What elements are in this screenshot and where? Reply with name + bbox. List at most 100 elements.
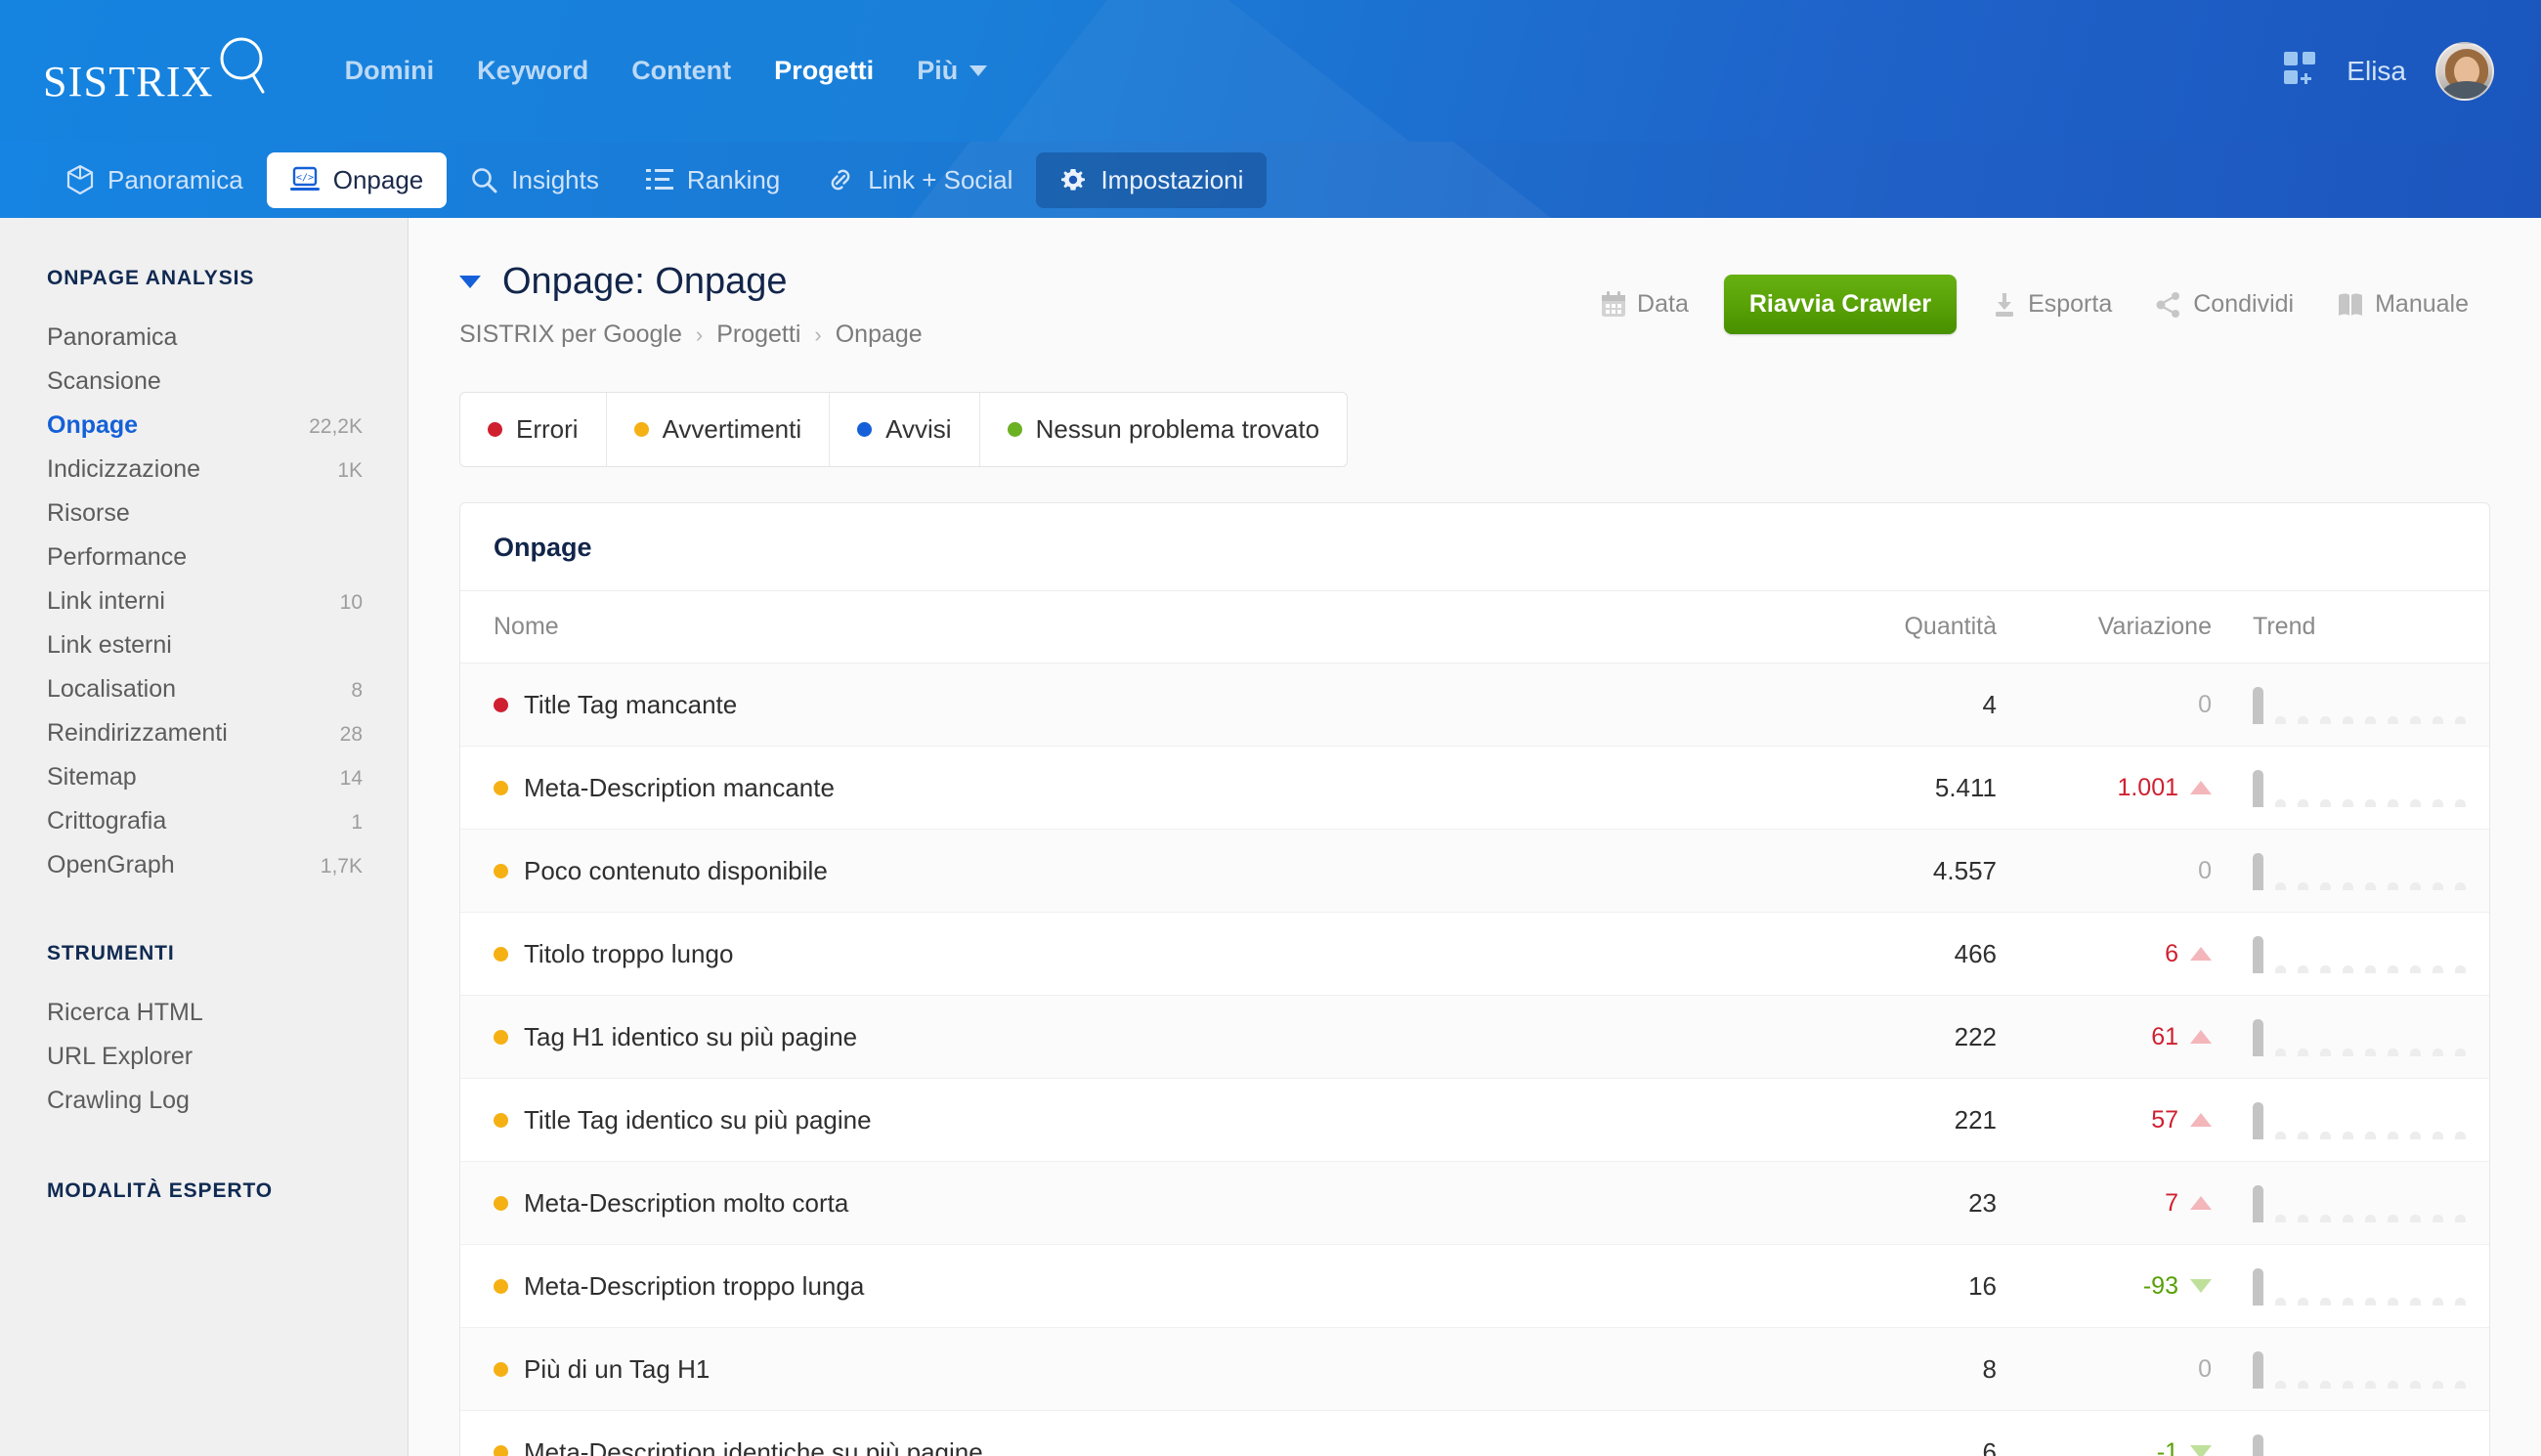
nav-piu[interactable]: Più	[895, 50, 1009, 92]
tab-impostazioni[interactable]: Impostazioni	[1036, 151, 1268, 208]
spark-bar	[2433, 1215, 2443, 1222]
sidebar-item-label: Panoramica	[47, 323, 178, 351]
share-button[interactable]: Condividi	[2133, 280, 2315, 328]
sidebar-item-indicizzazione[interactable]: Indicizzazione 1K	[47, 448, 363, 492]
table-row[interactable]: Meta-Description identiche su più pagine…	[460, 1410, 2489, 1456]
tab-ranking[interactable]: Ranking	[623, 152, 803, 208]
spark-bar	[2275, 1381, 2286, 1389]
cell-nome: Title Tag mancante	[460, 663, 1737, 747]
sidebar-item-opengraph[interactable]: OpenGraph 1,7K	[47, 843, 363, 887]
apps-grid-icon[interactable]	[2284, 52, 2317, 90]
download-icon	[1992, 291, 2017, 319]
sidebar-item-label: URL Explorer	[47, 1043, 194, 1070]
column-header-nome[interactable]: Nome	[460, 590, 1737, 664]
variation-value: -1	[2156, 1437, 2178, 1456]
trend-sparkline	[2253, 934, 2489, 973]
tab-panoramica[interactable]: Panoramica	[43, 152, 267, 208]
restart-crawler-button[interactable]: Riavvia Crawler	[1723, 275, 1958, 334]
spark-bar-current	[2253, 1019, 2263, 1056]
sidebar-item-panoramica[interactable]: Panoramica	[47, 316, 363, 360]
filter-nessun-problema[interactable]: Nessun problema trovato	[980, 393, 1347, 466]
cell-nome: Titolo troppo lungo	[460, 912, 1737, 996]
cell-nome: Tag H1 identico su più pagine	[460, 995, 1737, 1079]
spark-bar-current	[2253, 687, 2263, 724]
severity-dot-warning	[633, 422, 649, 437]
sidebar-item-reindirizzamenti[interactable]: Reindirizzamenti 28	[47, 711, 363, 755]
sidebar-item-link-esterni[interactable]: Link esterni	[47, 623, 363, 667]
severity-dot	[494, 1361, 508, 1377]
spark-bar	[2388, 882, 2398, 890]
cell-variazione: 57	[2030, 1078, 2245, 1162]
spark-bar	[2343, 965, 2353, 973]
nav-domini[interactable]: Domini	[323, 50, 456, 92]
sidebar-item-link-interni[interactable]: Link interni 10	[47, 579, 363, 623]
sidebar-item-scansione[interactable]: Scansione	[47, 360, 363, 404]
sidebar-item-performance[interactable]: Performance	[47, 535, 363, 579]
date-button[interactable]: Data	[1579, 280, 1710, 328]
magnifier-icon	[218, 35, 269, 101]
cell-nome: Meta-Description identiche su più pagine	[460, 1410, 1737, 1456]
breadcrumb-item-sistrix[interactable]: SISTRIX per Google	[459, 321, 682, 349]
breadcrumb-item-onpage[interactable]: Onpage	[836, 321, 923, 349]
cell-variazione: -1	[2030, 1410, 2245, 1456]
table-row[interactable]: Meta-Description molto corta 23 7	[460, 1161, 2489, 1245]
sidebar-item-url-explorer[interactable]: URL Explorer	[47, 1035, 363, 1079]
spark-bar	[2320, 799, 2331, 807]
cell-variazione: -93	[2030, 1244, 2245, 1328]
spark-bar	[2343, 716, 2353, 724]
sidebar-item-risorse[interactable]: Risorse	[47, 492, 363, 535]
cell-trend	[2245, 1410, 2489, 1456]
spark-bar	[2320, 965, 2331, 973]
spark-bar	[2455, 716, 2466, 724]
severity-dot	[494, 1444, 508, 1456]
nav-content[interactable]: Content	[610, 50, 753, 92]
filter-avvisi[interactable]: Avvisi	[830, 393, 980, 466]
export-button-label: Esporta	[2028, 290, 2113, 318]
sidebar-item-localisation[interactable]: Localisation 8	[47, 667, 363, 711]
table-row[interactable]: Meta-Description troppo lunga 16 -93	[460, 1244, 2489, 1328]
nav-progetti[interactable]: Progetti	[753, 50, 895, 92]
tab-insights-label: Insights	[511, 164, 599, 194]
tab-link-social[interactable]: Link + Social	[803, 152, 1036, 208]
sidebar-section-strumenti: STRUMENTI	[47, 942, 175, 964]
cell-trend	[2245, 829, 2489, 913]
spark-bar	[2388, 1132, 2398, 1139]
user-name[interactable]: Elisa	[2347, 56, 2406, 87]
filter-avvertimenti[interactable]: Avvertimenti	[607, 393, 831, 466]
table-row[interactable]: Più di un Tag H1 8 0	[460, 1327, 2489, 1411]
tab-onpage[interactable]: </> Onpage	[266, 151, 448, 208]
column-header-variazione[interactable]: Variazione	[2030, 590, 2245, 664]
sidebar-item-crawling-log[interactable]: Crawling Log	[47, 1079, 363, 1123]
avatar[interactable]	[2435, 41, 2494, 101]
sidebar-item-sitemap[interactable]: Sitemap 14	[47, 755, 363, 799]
sidebar-item-count: 1,7K	[320, 855, 363, 878]
export-button[interactable]: Esporta	[1970, 280, 2133, 328]
table-row[interactable]: Meta-Description mancante 5.411 1.001	[460, 746, 2489, 830]
table-row[interactable]: Title Tag mancante 4 0	[460, 663, 2489, 747]
severity-dot	[494, 1278, 508, 1294]
breadcrumb-item-progetti[interactable]: Progetti	[716, 321, 800, 349]
spark-bar	[2343, 1132, 2353, 1139]
tab-insights[interactable]: Insights	[447, 152, 623, 208]
table-row[interactable]: Tag H1 identico su più pagine 222 61	[460, 995, 2489, 1079]
sidebar-item-onpage[interactable]: Onpage 22,2K	[47, 404, 363, 448]
spark-bar	[2343, 1049, 2353, 1056]
spark-bar	[2275, 882, 2286, 890]
nav-keyword[interactable]: Keyword	[455, 50, 610, 92]
sistrix-logo[interactable]: SISTRIX	[43, 35, 269, 107]
manual-button[interactable]: Manuale	[2315, 280, 2490, 328]
table-row[interactable]: Titolo troppo lungo 466 6	[460, 912, 2489, 996]
table-row[interactable]: Title Tag identico su più pagine 221 57	[460, 1078, 2489, 1162]
sidebar-item-crittografia[interactable]: Crittografia 1	[47, 799, 363, 843]
column-header-trend[interactable]: Trend	[2245, 590, 2489, 664]
chevron-down-icon[interactable]	[459, 276, 481, 288]
spark-bar	[2388, 1298, 2398, 1306]
column-header-quantita[interactable]: Quantità	[1737, 590, 2030, 664]
filter-errori[interactable]: Errori	[460, 393, 607, 466]
row-label: Title Tag identico su più pagine	[524, 1104, 872, 1135]
table-row[interactable]: Poco contenuto disponibile 4.557 0	[460, 829, 2489, 913]
spark-bar	[2410, 716, 2421, 724]
spark-bar	[2365, 1132, 2376, 1139]
sidebar-section-onpage-analysis: ONPAGE ANALYSIS	[47, 267, 255, 289]
sidebar-item-ricerca-html[interactable]: Ricerca HTML	[47, 991, 363, 1035]
